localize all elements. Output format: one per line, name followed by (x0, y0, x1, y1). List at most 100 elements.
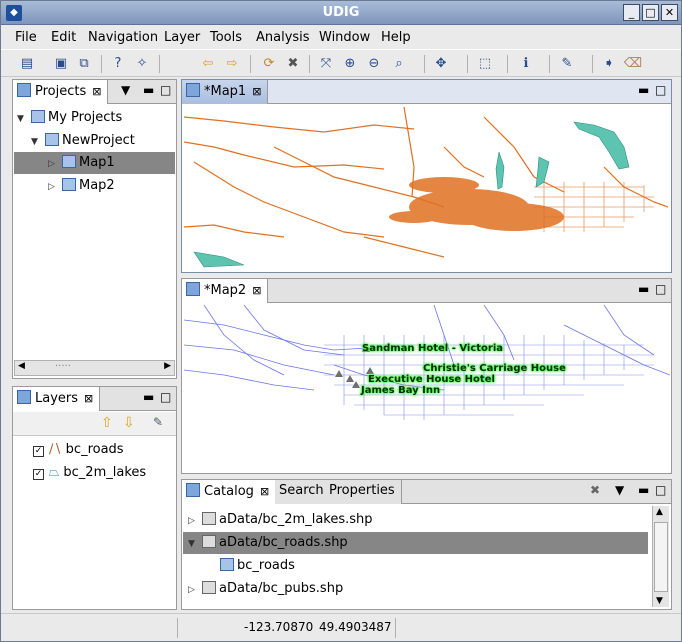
close-icon[interactable]: ⊠ (252, 85, 261, 98)
poi-label: Christie's Carriage House (423, 363, 566, 374)
menu-navigation[interactable]: Navigation (88, 30, 158, 45)
back-icon[interactable]: ⇦ (198, 54, 218, 74)
menu-file[interactable]: File (15, 30, 37, 45)
tab-map2[interactable]: *Map2 ⊠ (182, 279, 269, 303)
tab-search[interactable]: Search (275, 480, 331, 504)
erase-icon[interactable]: ⌫ (623, 54, 643, 74)
tab-map1[interactable]: *Map1 ⊠ (182, 80, 269, 104)
minimize-icon[interactable]: ▬ (143, 390, 154, 404)
zoom-out-icon[interactable]: ⊖ (364, 54, 384, 74)
poi-label: Sandman Hotel - Victoria (362, 343, 504, 354)
zoom-extent-icon[interactable]: ⤧ (316, 54, 336, 74)
remove-icon[interactable]: ✖ (590, 483, 600, 497)
catalog-item[interactable]: ▷ aData/bc_pubs.shp (188, 578, 343, 600)
new-icon[interactable]: ▤ (17, 54, 37, 74)
catalog-item[interactable]: ▷ aData/bc_2m_lakes.shp (188, 509, 373, 531)
map-icon (186, 282, 200, 296)
minimize-icon[interactable]: ▬ (638, 282, 649, 296)
project-icon (45, 133, 59, 146)
tab-properties[interactable]: Properties (325, 480, 402, 504)
minimize-icon[interactable]: ▬ (638, 483, 649, 497)
maximize-icon[interactable]: □ (655, 83, 666, 97)
layer-icon (220, 558, 234, 571)
view-menu-icon[interactable]: ▼ (121, 83, 130, 97)
move-up-icon[interactable]: ⇧ (101, 415, 113, 431)
menu-tools[interactable]: Tools (210, 30, 242, 45)
pan-icon[interactable]: ✥ (431, 54, 451, 74)
map1-canvas[interactable] (184, 107, 668, 269)
layers-icon (17, 390, 31, 404)
menu-analysis[interactable]: Analysis (256, 30, 310, 45)
coordinate-y: 49.4903487 (319, 620, 392, 634)
help-icon[interactable]: ? (108, 54, 128, 74)
zoom-in-icon[interactable]: ⊕ (340, 54, 360, 74)
maximize-icon[interactable]: □ (655, 483, 666, 497)
maximize-icon[interactable]: □ (160, 390, 171, 404)
scroll-left-icon[interactable]: ◀ (18, 361, 25, 371)
info-icon[interactable]: ℹ (516, 54, 536, 74)
tree-item-map1[interactable]: ▷ Map1 (14, 152, 175, 174)
move-down-icon[interactable]: ⇩ (123, 415, 135, 431)
layer-item-bc-roads[interactable]: ✓ ∕∖ bc_roads (33, 439, 124, 461)
catalog-child-item[interactable]: bc_roads (220, 555, 295, 577)
minimize-button[interactable]: _ (623, 4, 640, 21)
map-icon (62, 155, 76, 168)
edit-tool-icon[interactable]: ✎ (557, 54, 577, 74)
tab-catalog[interactable]: Catalog ⊠ (182, 480, 277, 504)
poi-label: James Bay Inn (361, 385, 441, 396)
menu-edit[interactable]: Edit (51, 30, 76, 45)
title-bar[interactable]: ◆ UDIG _ □ ✕ (1, 1, 681, 25)
maximize-icon[interactable]: □ (655, 282, 666, 296)
catalog-item-selected[interactable]: ▼ aData/bc_roads.shp (183, 532, 648, 554)
stop-icon[interactable]: ✖ (283, 54, 303, 74)
forward-icon[interactable]: ⇨ (222, 54, 242, 74)
close-icon[interactable]: ⊠ (252, 284, 261, 297)
tab-projects[interactable]: Projects ⊠ (13, 80, 109, 104)
tab-layers[interactable]: Layers ⊠ (13, 387, 101, 411)
menu-window[interactable]: Window (319, 30, 370, 45)
poi-label: Executive House Hotel (368, 374, 495, 385)
menu-bar: File Edit Navigation Layer Tools Analysi… (1, 26, 681, 48)
minimize-icon[interactable]: ▬ (638, 83, 649, 97)
close-icon[interactable]: ⊠ (92, 85, 101, 98)
menu-help[interactable]: Help (381, 30, 411, 45)
view-menu-icon[interactable]: ▼ (615, 483, 624, 497)
checkbox[interactable]: ✓ (33, 446, 44, 457)
layer-style-icon[interactable]: ✎ (153, 415, 163, 429)
tree-item-newproject[interactable]: ▼ NewProject (31, 130, 135, 152)
catalog-panel: Catalog ⊠ Search Properties ✖ ▼ ▬ □ ▷ aDat… (181, 479, 672, 610)
polygon-layer-icon: ⏢ (49, 465, 60, 480)
close-button[interactable]: ✕ (661, 4, 678, 21)
close-icon[interactable]: ⊠ (260, 485, 269, 498)
scroll-thumb[interactable] (654, 522, 668, 592)
scroll-up-icon[interactable]: ▲ (656, 507, 663, 517)
save-all-icon[interactable]: ⧉ (74, 54, 94, 74)
catalog-icon (186, 483, 200, 497)
projects-panel: Projects ⊠ ▼ ▬ □ ▼ My Projects ▼ NewProject… (12, 79, 177, 379)
maximize-icon[interactable]: □ (160, 83, 171, 97)
minimize-icon[interactable]: ▬ (143, 83, 154, 97)
checkbox[interactable]: ✓ (33, 469, 44, 480)
go-icon[interactable]: ➧ (599, 54, 619, 74)
save-icon[interactable]: ▣ (51, 54, 71, 74)
scroll-right-icon[interactable]: ▶ (164, 361, 171, 371)
vertical-scrollbar[interactable]: ▲ ▼ (652, 506, 669, 607)
window-title: UDIG (322, 5, 360, 20)
file-icon (202, 581, 216, 594)
coordinate-x: -123.70870 (244, 620, 314, 634)
close-icon[interactable]: ⊠ (84, 392, 93, 405)
refresh-icon[interactable]: ⟳ (259, 54, 279, 74)
wand-icon[interactable]: ✧ (132, 54, 152, 74)
layer-item-bc-2m-lakes[interactable]: ✓ ⏢ bc_2m_lakes (33, 462, 146, 484)
map1-panel: *Map1 ⊠ ▬ □ (181, 79, 672, 273)
select-icon[interactable]: ⬚ (475, 54, 495, 74)
zoom-select-icon[interactable]: ⌕ (389, 54, 409, 74)
tree-item-map2[interactable]: ▷ Map2 (48, 175, 115, 197)
app-window: ◆ UDIG _ □ ✕ File Edit Navigation Layer … (0, 0, 682, 642)
menu-layer[interactable]: Layer (164, 30, 200, 45)
scroll-down-icon[interactable]: ▼ (656, 596, 663, 606)
maximize-button[interactable]: □ (642, 4, 659, 21)
horizontal-scrollbar[interactable]: ◀ ..... ▶ (14, 358, 175, 376)
file-icon (202, 512, 216, 525)
tree-item-my-projects[interactable]: ▼ My Projects (17, 107, 122, 129)
